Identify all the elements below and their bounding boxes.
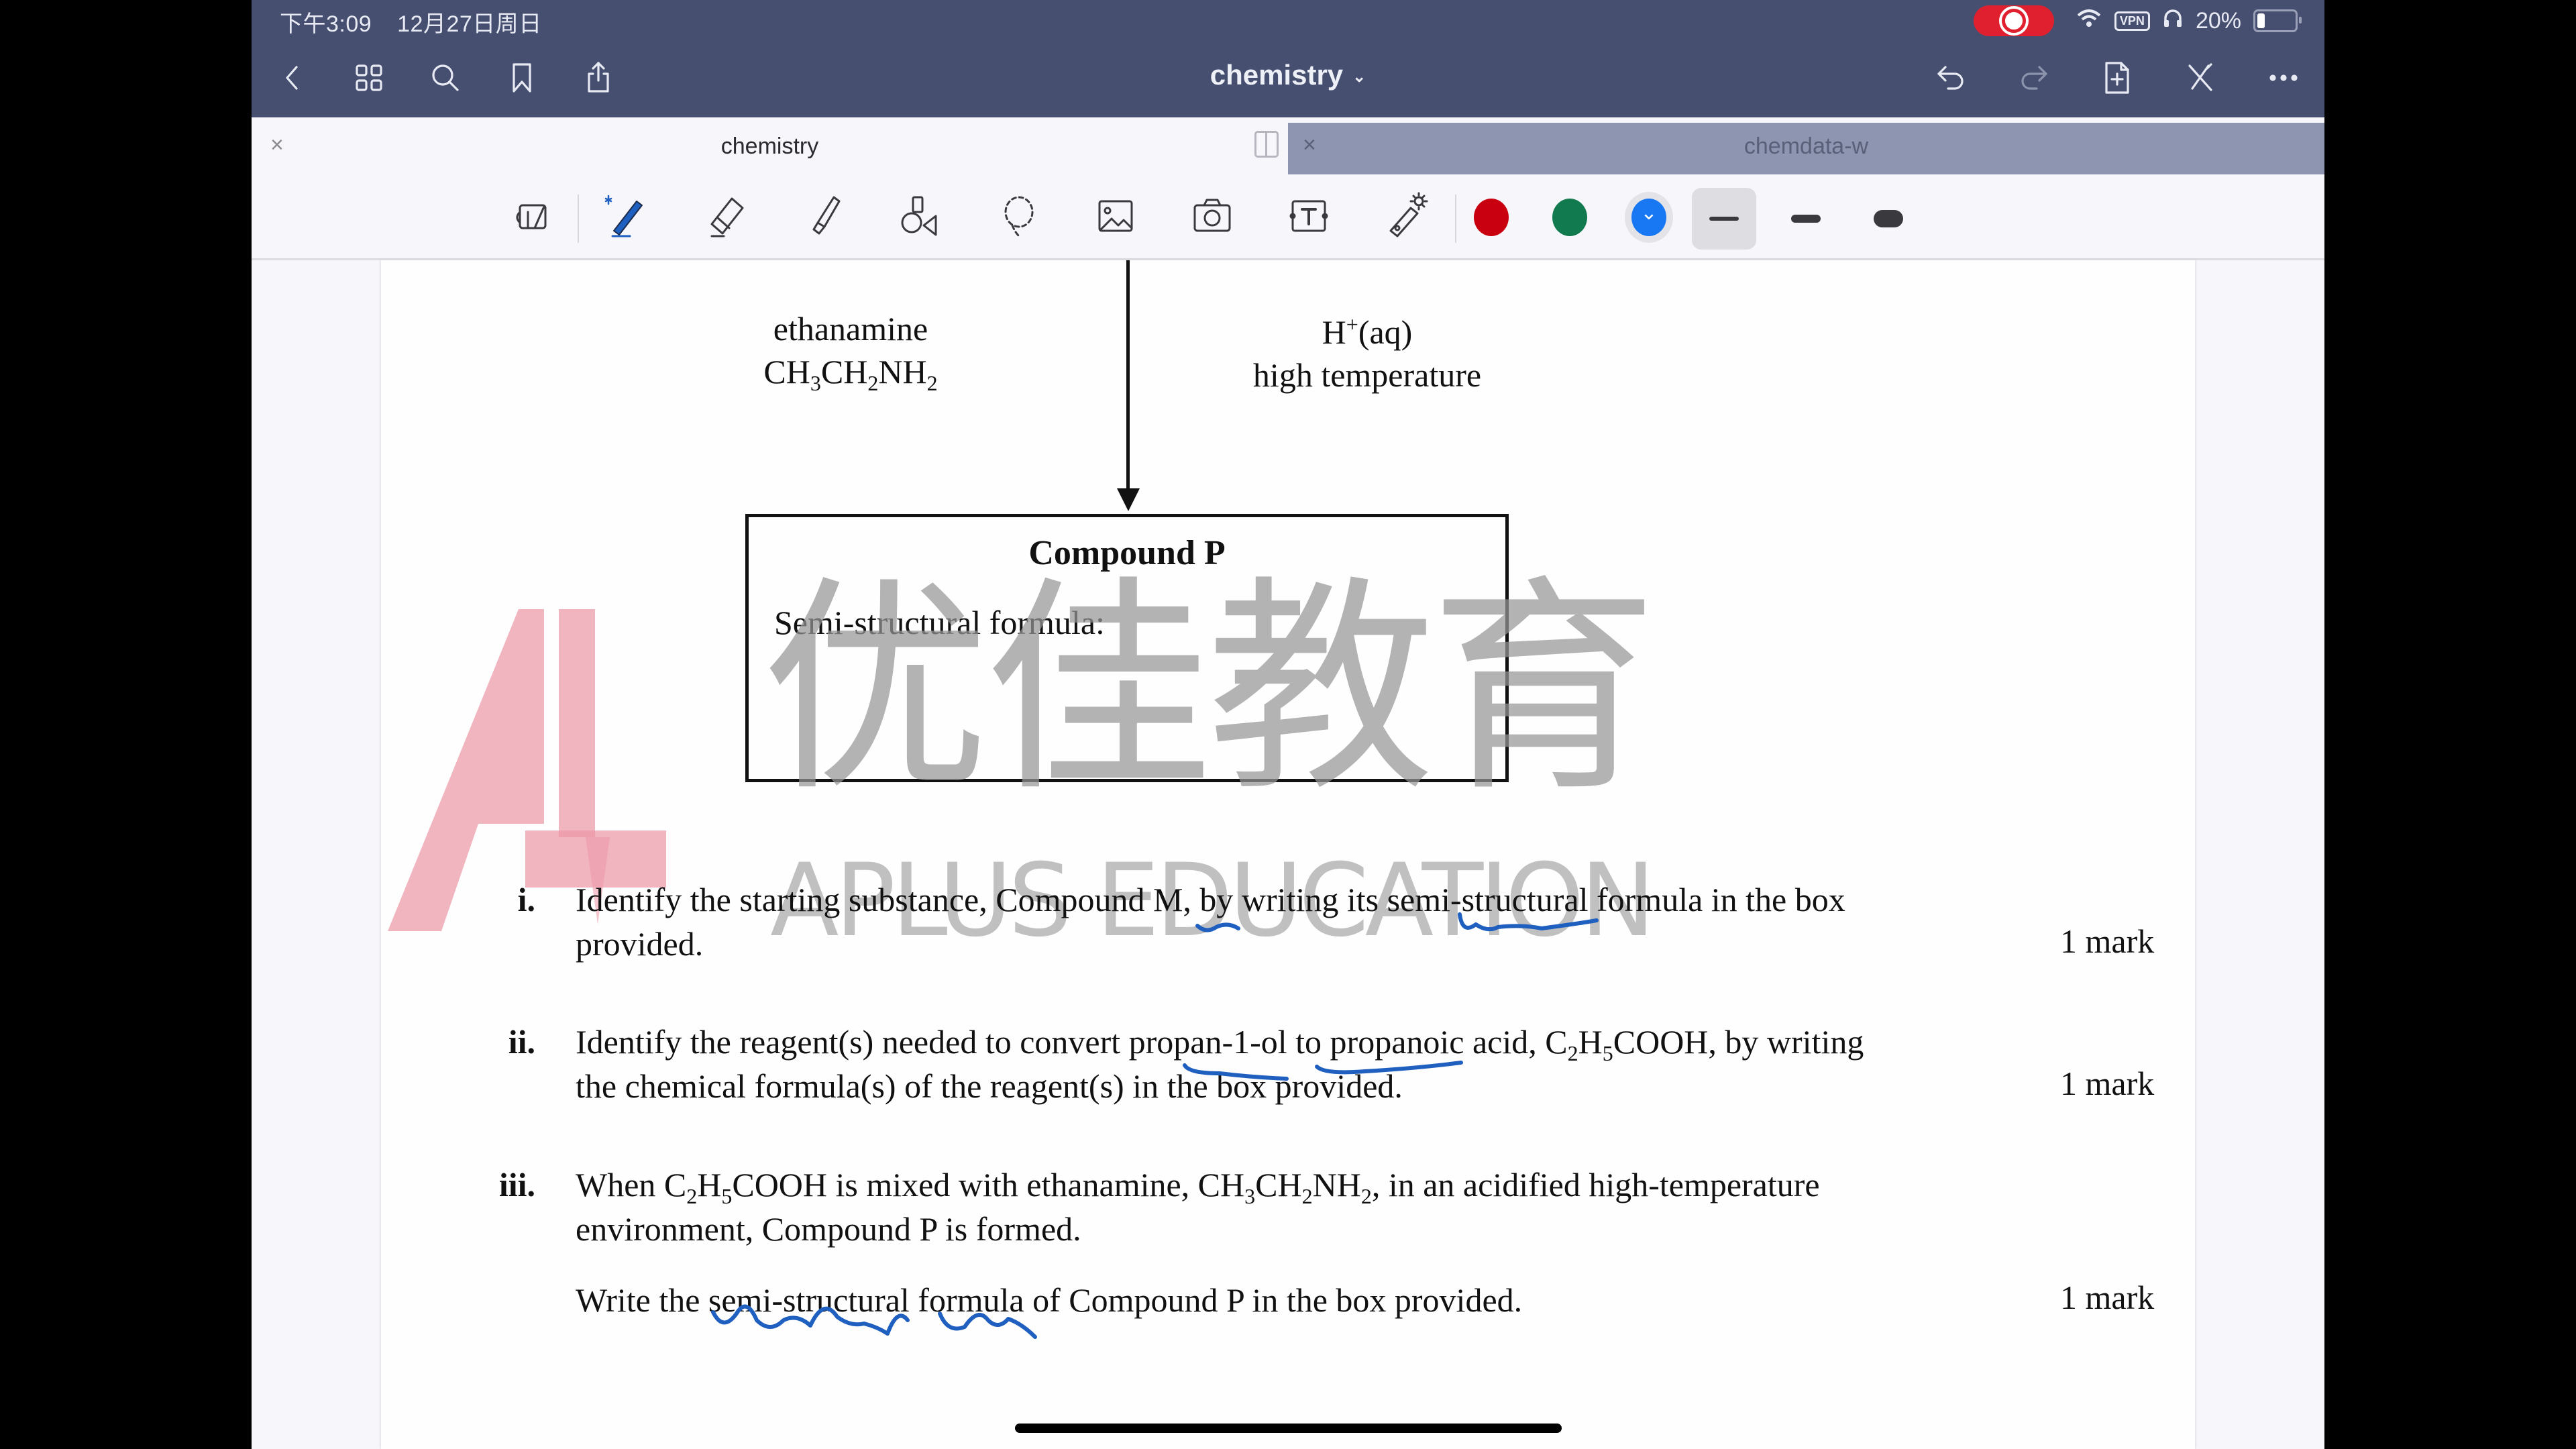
tab-bar: × chemistry × chemdata-w [252,117,2324,174]
color-green-swatch[interactable] [1552,199,1587,236]
reagent-name: ethanamine [773,310,928,347]
ipad-screen: 下午3:09 12月27日周日 VPN 20% chemistry ⌄ × ch… [252,0,2324,1449]
stroke-width-medium[interactable] [1774,188,1838,250]
home-indicator[interactable] [1015,1424,1562,1433]
medium-line-icon [1791,215,1821,223]
status-date: 12月27日周日 [397,11,542,37]
question-text-line1: Identify the reagent(s) needed to conver… [576,1023,1864,1065]
question-text-line2: provided. [576,925,704,963]
redo-icon[interactable] [2013,57,2055,99]
image-icon[interactable] [1089,189,1142,243]
reagent-ethanamine: ethanamine CH3CH2NH2 [730,307,971,395]
status-time: 下午3:09 [280,11,372,37]
acid-catalyst: H+(aq) [1322,312,1413,351]
toolbar-divider [578,195,579,243]
mark-label: 1 mark [2060,922,2155,960]
lasso-icon[interactable] [992,189,1046,243]
tab-chemistry[interactable]: × chemistry [252,117,1288,174]
laser-pointer-icon[interactable] [1379,189,1432,243]
undo-icon[interactable] [1930,57,1972,99]
ink-annotations [711,912,1599,1339]
document-title: chemistry [1210,59,1344,91]
chevron-down-icon: ⌄ [1352,68,1366,87]
question-number: i. [517,881,535,918]
camera-icon[interactable] [1185,189,1239,243]
stroke-width-thin[interactable] [1692,188,1756,250]
status-bar-right: VPN 20% [1973,5,2302,36]
tab-label: chemistry [720,133,819,159]
nav-right-group [1930,57,2304,99]
split-view-icon[interactable] [1254,131,1279,158]
headphones-icon [2162,7,2184,35]
question-text-line1: Identify the starting substance, Compoun… [576,881,1845,918]
reagent-formula: CH3CH2NH2 [763,353,938,395]
read-only-icon[interactable] [505,189,559,243]
wifi-icon [2076,7,2102,35]
thin-line-icon [1709,217,1739,221]
record-icon [2001,9,2026,33]
add-page-icon[interactable] [2096,57,2138,99]
tab-chemdata-w[interactable]: × chemdata-w [1288,123,2324,174]
top-bar: 下午3:09 12月27日周日 VPN 20% chemistry ⌄ [252,0,2324,117]
more-icon[interactable] [2263,57,2304,99]
condition-temperature: high temperature [1252,356,1482,394]
text-box-icon[interactable] [1282,189,1336,243]
tab-label: chemdata-w [1743,133,1869,159]
question-number: ii. [508,1023,535,1061]
pen-off-icon[interactable] [2180,57,2221,99]
highlighter-icon[interactable] [796,189,850,243]
question-text-line1: When C2H5COOH is mixed with ethanamine, … [576,1166,1820,1208]
color-blue-swatch[interactable] [1631,199,1666,236]
question-text-line2: the chemical formula(s) of the reagent(s… [576,1067,1403,1105]
annotation-toolbar [252,174,2324,260]
stroke-width-thick[interactable] [1856,188,1921,250]
document-page[interactable]: ethanamine CH3CH2NH2 H+(aq) high tempera… [381,260,2195,1449]
thick-line-icon [1874,210,1903,227]
reaction-conditions: H+(aq) high temperature [1206,311,1528,396]
battery-percent: 20% [2195,7,2241,34]
compound-p-box: Compound P Semi-structural formula: [745,514,1509,782]
battery-level [2257,13,2265,28]
color-red-swatch[interactable] [1474,199,1509,236]
mark-label: 1 mark [2060,1065,2155,1102]
ink-underline-compound-m [1195,922,1240,932]
compound-p-title: Compound P [1028,534,1226,572]
reaction-arrow-head [1117,488,1140,511]
shapes-icon[interactable] [894,189,948,243]
battery-icon [2253,9,2302,32]
document-viewport[interactable]: ethanamine CH3CH2NH2 H+(aq) high tempera… [252,260,2324,1449]
semi-structural-label: Semi-structural formula: [774,604,1105,641]
eraser-icon[interactable] [700,189,753,243]
reaction-arrow-line [1126,260,1130,492]
toolbar-divider [1455,195,1456,243]
status-bar-left: 下午3:09 12月27日周日 [280,5,561,38]
screen-recording-indicator[interactable] [1973,5,2054,36]
question-text-line2: environment, Compound P is formed. [576,1210,1081,1248]
vpn-icon: VPN [2114,11,2150,31]
pen-icon[interactable] [600,189,654,243]
question-number: iii. [498,1166,535,1203]
mark-label: 1 mark [2060,1279,2155,1316]
question-text-line3: Write the semi-structural formula of Com… [576,1281,1523,1319]
